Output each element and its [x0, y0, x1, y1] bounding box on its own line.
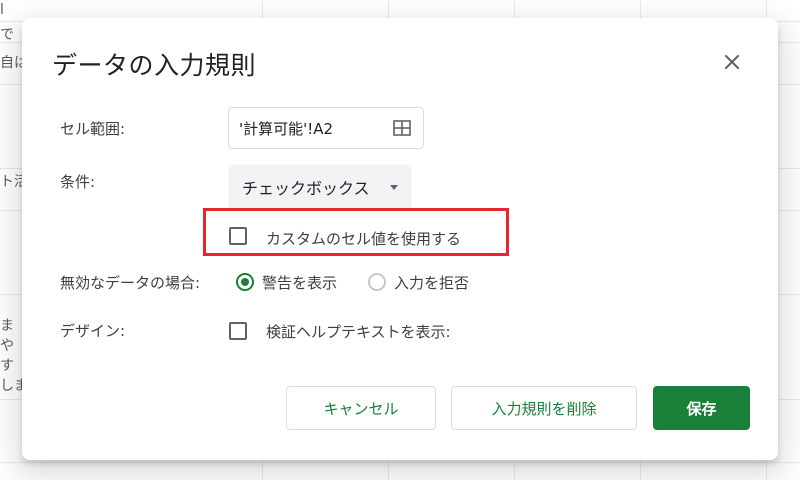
chevron-down-icon	[390, 185, 398, 190]
invalid-data-label: 無効なデータの場合:	[60, 274, 201, 292]
help-text-label: 検証ヘルプテキストを表示:	[266, 323, 451, 341]
close-button[interactable]	[718, 48, 746, 76]
custom-values-label: カスタムのセル値を使用する	[266, 230, 462, 248]
help-text-checkbox[interactable]	[229, 322, 247, 340]
cell-range-input[interactable]: '計算可能'!A2	[228, 107, 424, 149]
save-button[interactable]: 保存	[653, 386, 750, 430]
grid-select-icon[interactable]	[393, 120, 411, 136]
close-icon	[725, 55, 739, 69]
radio-show-warning[interactable]	[236, 273, 254, 291]
criteria-label: 条件:	[60, 173, 96, 191]
cell-range-label: セル範囲:	[60, 120, 126, 138]
show-warning-label[interactable]: 警告を表示	[262, 272, 337, 293]
cell-range-value: '計算可能'!A2	[239, 119, 334, 138]
remove-validation-button[interactable]: 入力規則を削除	[451, 386, 637, 430]
criteria-dropdown[interactable]: チェックボックス	[230, 165, 410, 209]
custom-values-checkbox[interactable]	[229, 227, 247, 245]
appearance-label: デザイン:	[60, 322, 126, 340]
dialog-title: データの入力規則	[52, 51, 257, 80]
radio-reject-input[interactable]	[368, 273, 386, 291]
data-validation-dialog: データの入力規則 セル範囲: '計算可能'!A2 条件: チェックボックス カス…	[22, 18, 778, 460]
criteria-selected-value: チェックボックス	[242, 179, 370, 198]
cancel-button[interactable]: キャンセル	[286, 386, 436, 430]
reject-input-label[interactable]: 入力を拒否	[394, 272, 469, 293]
